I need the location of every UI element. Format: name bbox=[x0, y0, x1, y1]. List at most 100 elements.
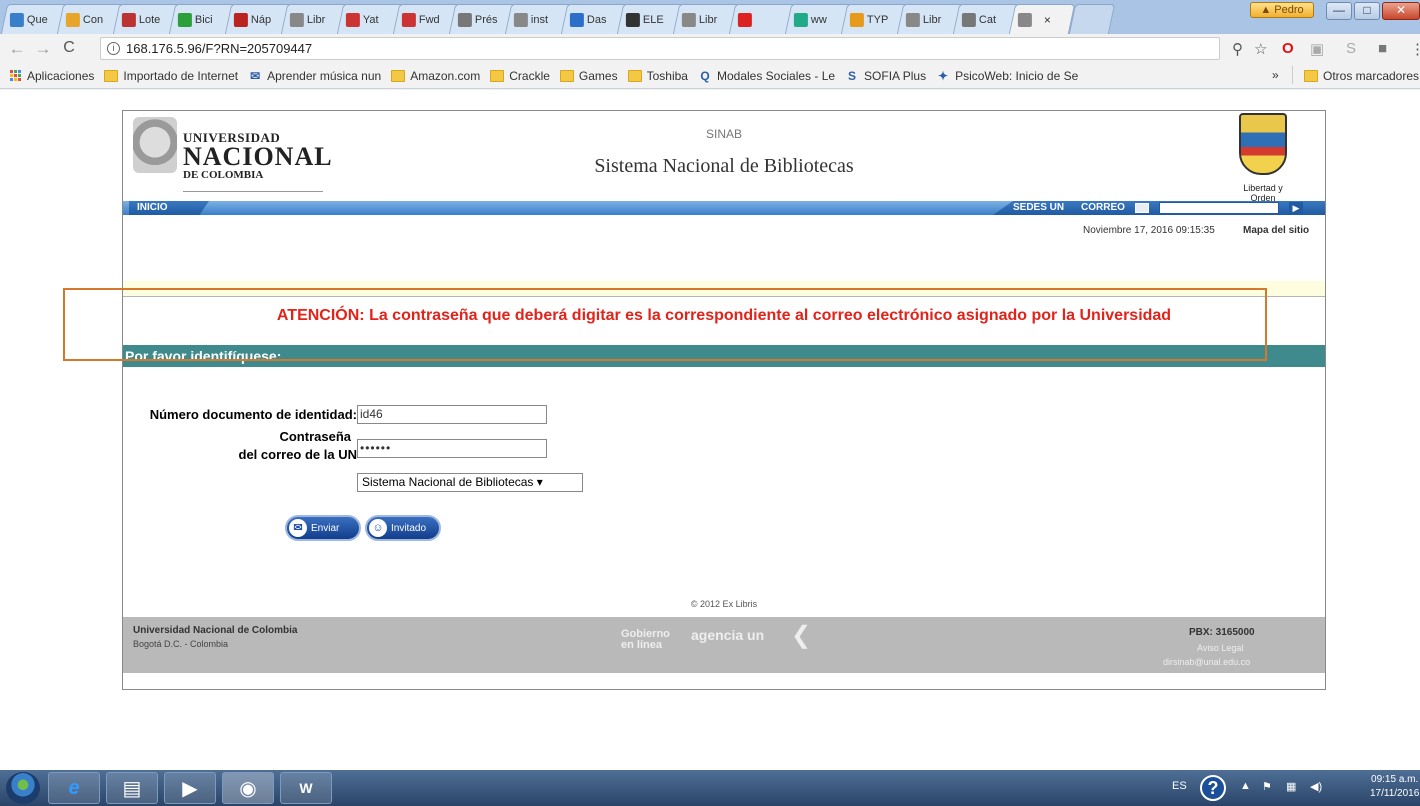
tab-label: inst bbox=[530, 13, 549, 26]
send-button[interactable]: ✉ Enviar bbox=[285, 515, 361, 541]
nav-sedes-link[interactable]: SEDES UN bbox=[1013, 201, 1064, 215]
library-icon bbox=[457, 12, 472, 27]
chrome-icon[interactable]: ◉ bbox=[222, 772, 274, 804]
other-bookmarks-folder[interactable]: Otros marcadores bbox=[1304, 69, 1419, 83]
reload-icon[interactable]: C bbox=[56, 39, 82, 57]
start-button[interactable] bbox=[6, 772, 40, 804]
minimize-button[interactable]: — bbox=[1326, 2, 1352, 20]
language-indicator[interactable]: ES bbox=[1172, 780, 1187, 792]
tab-label: Con bbox=[82, 13, 104, 26]
mail-icon: ✉ bbox=[250, 68, 261, 83]
page-icon bbox=[1017, 12, 1032, 27]
agencia-un-logo[interactable]: agencia un bbox=[691, 627, 764, 643]
password-input[interactable]: •••••• bbox=[357, 439, 547, 458]
bookmark-label: Toshiba bbox=[646, 68, 688, 83]
id-input[interactable]: id46 bbox=[357, 405, 547, 424]
bookmark-item[interactable]: Crackle bbox=[490, 69, 550, 83]
bookmarks-overflow-button[interactable]: » bbox=[1272, 68, 1279, 82]
extension-s-icon[interactable]: S bbox=[1346, 40, 1356, 57]
apps-icon bbox=[10, 69, 22, 82]
tab-content: Libr bbox=[677, 5, 735, 34]
page-icon bbox=[289, 12, 304, 27]
legal-notice-link[interactable]: Aviso Legal bbox=[1197, 643, 1243, 653]
search-go-icon[interactable]: ▶ bbox=[1289, 202, 1303, 214]
browser-tab[interactable]: × bbox=[1008, 4, 1076, 34]
profile-button[interactable]: ▲ Pedro bbox=[1250, 2, 1314, 18]
bookmark-item[interactable]: Importado de Internet bbox=[104, 69, 238, 83]
bookmark-item[interactable]: S SOFIA Plus bbox=[845, 69, 926, 83]
sinab-frame: UNIVERSIDAD NACIONAL DE COLOMBIA SINAB S… bbox=[122, 110, 1326, 690]
key-icon[interactable]: ⚲ bbox=[1232, 40, 1243, 58]
flame-icon bbox=[849, 12, 864, 27]
tab-content: Yat bbox=[341, 5, 399, 34]
tray-expand-icon[interactable]: ▲ bbox=[1240, 780, 1251, 792]
site-header: UNIVERSIDAD NACIONAL DE COLOMBIA SINAB S… bbox=[123, 111, 1325, 203]
maximize-button[interactable]: □ bbox=[1354, 2, 1380, 20]
close-window-button[interactable]: ✕ bbox=[1382, 2, 1420, 20]
bookmark-item[interactable]: Aplicaciones bbox=[10, 69, 94, 83]
bookmark-label: Importado de Internet bbox=[123, 68, 239, 83]
tab-content: Bici bbox=[173, 5, 231, 34]
globe-icon bbox=[793, 12, 808, 27]
media-player-icon[interactable]: ▶ bbox=[164, 772, 216, 804]
bookmark-item[interactable]: ✦ PsicoWeb: Inicio de Se bbox=[936, 69, 1078, 83]
tab-label: Libr bbox=[922, 13, 942, 26]
tab-label: Libr bbox=[306, 13, 326, 26]
contact-email-link[interactable]: dirsinab@unal.edu.co bbox=[1163, 657, 1250, 667]
date-time: Noviembre 17, 2016 09:15:35 bbox=[1083, 225, 1215, 236]
sitemap-link[interactable]: Mapa del sitio bbox=[1243, 225, 1309, 236]
site-footer: Universidad Nacional de Colombia Bogotá … bbox=[123, 617, 1325, 673]
forward-icon[interactable]: → bbox=[30, 39, 56, 59]
extension-icon[interactable]: ▣ bbox=[1310, 40, 1324, 58]
footer-city: Bogotá D.C. - Colombia bbox=[133, 639, 229, 649]
bookmarks-list: Aplicaciones Importado de Internet ✉ Aprend… bbox=[0, 69, 1078, 83]
volume-icon[interactable]: ◀) bbox=[1310, 780, 1322, 793]
coat-of-arms-icon bbox=[1239, 113, 1287, 175]
extension-box-icon[interactable]: ■ bbox=[1378, 40, 1387, 57]
word-icon[interactable]: W bbox=[280, 772, 332, 804]
envelope-icon: ✉ bbox=[289, 519, 307, 537]
internet-explorer-icon[interactable]: e bbox=[48, 772, 100, 804]
tab-label: ELE bbox=[642, 13, 664, 26]
info-icon[interactable]: i bbox=[107, 42, 120, 55]
library-select[interactable]: Sistema Nacional de Bibliotecas ▾ bbox=[357, 473, 583, 492]
bookmark-item[interactable]: Games bbox=[559, 69, 618, 83]
folder-icon bbox=[391, 69, 406, 82]
tab-content: Cat bbox=[957, 5, 1015, 34]
guest-button[interactable]: ☺ Invitado bbox=[365, 515, 441, 541]
flag-icon[interactable]: ⚑ bbox=[1262, 780, 1272, 793]
close-tab-icon[interactable]: × bbox=[1044, 13, 1051, 27]
gobierno-en-linea-logo[interactable]: Gobierno en línea bbox=[621, 629, 670, 651]
network-icon[interactable]: ▦ bbox=[1286, 780, 1296, 793]
opera-icon[interactable]: O bbox=[1282, 40, 1294, 57]
url-bar[interactable]: i 168.176.5.96/F?RN=205709447 bbox=[100, 37, 1220, 60]
nav-inicio-link[interactable]: INICIO bbox=[129, 201, 209, 215]
bookmark-item[interactable]: Amazon.com bbox=[391, 69, 480, 83]
tab-content: Libr bbox=[285, 5, 343, 34]
folder-icon bbox=[1304, 70, 1318, 82]
tab-content: ELE bbox=[621, 5, 679, 34]
site-search-input[interactable] bbox=[1159, 202, 1279, 214]
bookmark-item[interactable]: ✉ Aprender música nun bbox=[248, 69, 381, 83]
file-explorer-icon[interactable]: ▤ bbox=[106, 772, 158, 804]
bookmark-label: Aplicaciones bbox=[27, 68, 95, 83]
new-tab-button[interactable] bbox=[1068, 4, 1116, 34]
bookmark-label: Modales Sociales - Le bbox=[716, 68, 836, 83]
arrow-logo-icon[interactable]: ❮ bbox=[791, 621, 811, 650]
tab-content: Prés bbox=[453, 5, 511, 34]
help-icon[interactable]: ? bbox=[1200, 775, 1226, 801]
profile-name: Pedro bbox=[1274, 4, 1304, 16]
bookmark-label: Aprender música nun bbox=[267, 68, 382, 83]
mail-icon[interactable] bbox=[1135, 203, 1149, 213]
psico-icon: ✦ bbox=[938, 68, 949, 83]
clock[interactable]: 09:15 a.m. 17/11/2016 bbox=[1370, 773, 1419, 801]
star-icon[interactable]: ☆ bbox=[1254, 40, 1267, 58]
tab-content: Con bbox=[61, 5, 119, 34]
back-icon[interactable]: ← bbox=[4, 39, 30, 59]
circle-icon bbox=[233, 12, 248, 27]
gobierno-line2: en línea bbox=[621, 639, 662, 651]
bookmark-item[interactable]: Toshiba bbox=[627, 68, 688, 83]
menu-icon[interactable]: ⋮ bbox=[1410, 40, 1420, 58]
bookmark-item[interactable]: Q Modales Sociales - Le bbox=[698, 69, 835, 83]
nav-correo-link[interactable]: CORREO bbox=[1081, 201, 1125, 215]
